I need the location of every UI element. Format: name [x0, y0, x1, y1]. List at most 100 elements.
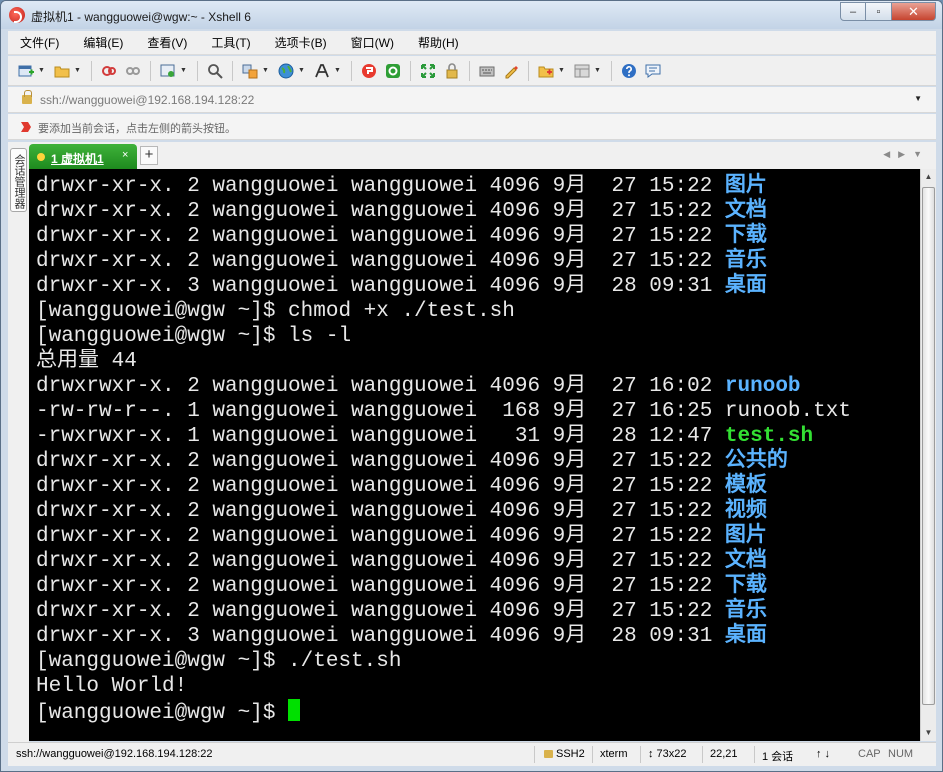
compose-icon[interactable]	[537, 62, 555, 80]
lock-icon[interactable]	[443, 62, 461, 80]
status-divider	[640, 746, 641, 763]
terminal-scrollbar[interactable]: ▲ ▼	[920, 169, 936, 741]
menu-view[interactable]: 查看(V)	[135, 34, 199, 51]
terminal-line: drwxr-xr-x. 2 wangguowei wangguowei 4096…	[36, 599, 920, 624]
terminal-text: [wangguowei@wgw ~]$ ./test.sh	[36, 650, 402, 673]
search-icon[interactable]	[206, 62, 224, 80]
terminal-text: drwxr-xr-x. 3 wangguowei wangguowei 4096…	[36, 275, 725, 298]
executable-name: test.sh	[724, 425, 814, 448]
menu-tab[interactable]: 选项卡(B)	[263, 34, 339, 51]
tab-navigation-icon[interactable]: ◀▶▼	[883, 149, 930, 160]
transfer-icon[interactable]	[241, 62, 259, 80]
reconnect-icon[interactable]	[124, 62, 142, 80]
terminal-line: [wangguowei@wgw ~]$	[36, 699, 920, 725]
status-sessions: 1 会话	[762, 751, 794, 763]
close-icon[interactable]: ×	[122, 149, 128, 161]
terminal-text: drwxr-xr-x. 2 wangguowei wangguowei 4096…	[36, 500, 725, 523]
directory-name: 模板	[724, 475, 767, 498]
status-bar: ssh://wangguowei@192.168.194.128:22 SSH2…	[8, 742, 936, 766]
directory-name: runoob	[724, 375, 801, 398]
layout-icon[interactable]	[573, 62, 591, 80]
fullscreen-icon[interactable]	[419, 62, 437, 80]
terminal-text: [wangguowei@wgw ~]$	[36, 702, 289, 725]
chevron-down-icon[interactable]: ▼	[262, 62, 270, 80]
toolbar-divider	[611, 60, 612, 81]
toolbar-divider	[91, 60, 92, 81]
chevron-down-icon[interactable]: ▼	[38, 62, 46, 80]
properties-icon[interactable]	[159, 62, 177, 80]
open-folder-icon[interactable]	[53, 62, 71, 80]
menu-window[interactable]: 窗口(W)	[339, 34, 406, 51]
terminal-text: drwxr-xr-x. 2 wangguowei wangguowei 4096…	[36, 575, 725, 598]
maximize-button[interactable]: ▫	[866, 2, 892, 21]
close-button[interactable]: ✕	[892, 2, 936, 21]
chevron-down-icon[interactable]: ▼	[298, 62, 306, 80]
highlight-icon[interactable]	[502, 62, 520, 80]
terminal-text: drwxrwxr-x. 2 wangguowei wangguowei 4096…	[36, 375, 725, 398]
terminal-line: -rwxrwxr-x. 1 wangguowei wangguowei 31 9…	[36, 424, 920, 449]
directory-name: 图片	[724, 175, 767, 198]
xshell-window: 虚拟机1 - wangguowei@wgw:~ - Xshell 6 ‒ ▫ ✕…	[0, 0, 943, 772]
address-bar: ▼	[8, 87, 936, 113]
scroll-thumb[interactable]	[922, 187, 935, 705]
terminal-text: [wangguowei@wgw ~]$ chmod +x ./test.sh	[36, 300, 515, 323]
directory-name: 文档	[724, 200, 767, 223]
session-manager-tab[interactable]: 会话管理器	[10, 148, 27, 212]
menu-help[interactable]: 帮助(H)	[406, 34, 471, 51]
menu-file[interactable]: 文件(F)	[8, 34, 71, 51]
minimize-button[interactable]: ‒	[840, 2, 866, 21]
terminal-text: drwxr-xr-x. 2 wangguowei wangguowei 4096…	[36, 600, 725, 623]
terminal-text: drwxr-xr-x. 2 wangguowei wangguowei 4096…	[36, 200, 725, 223]
menu-tools[interactable]: 工具(T)	[199, 34, 262, 51]
scroll-down-icon[interactable]: ▼	[921, 725, 936, 741]
status-cursor-pos: 22,21	[710, 748, 738, 760]
status-num: NUM	[888, 748, 914, 760]
tab-session-1[interactable]: 1 虚拟机1 ×	[29, 144, 137, 169]
terminal-line: -rw-rw-r--. 1 wangguowei wangguowei 168 …	[36, 399, 920, 424]
window-title: 虚拟机1 - wangguowei@wgw:~ - Xshell 6	[31, 10, 251, 24]
toolbar-divider	[232, 60, 233, 81]
chevron-down-icon[interactable]: ▼	[74, 62, 82, 80]
menu-edit[interactable]: 编辑(E)	[71, 34, 135, 51]
terminal-line: drwxr-xr-x. 2 wangguowei wangguowei 4096…	[36, 499, 920, 524]
terminal-line: drwxr-xr-x. 2 wangguowei wangguowei 4096…	[36, 174, 920, 199]
status-arrows-icon[interactable]: ↑ ↓	[816, 748, 830, 760]
chevron-down-icon[interactable]: ▼	[334, 62, 342, 80]
xftp-icon[interactable]	[360, 62, 378, 80]
new-session-icon[interactable]	[17, 62, 35, 80]
keyboard-icon[interactable]	[478, 62, 496, 80]
directory-name: 下载	[724, 225, 767, 248]
font-icon[interactable]	[313, 62, 331, 80]
xshell-logo-icon	[9, 7, 25, 23]
chevron-down-icon[interactable]: ▼	[180, 62, 188, 80]
lock-icon	[544, 750, 553, 758]
terminal-line: [wangguowei@wgw ~]$ chmod +x ./test.sh	[36, 299, 920, 324]
bookmark-arrow-icon[interactable]	[20, 121, 32, 133]
status-size: ↕ 73x22	[648, 748, 687, 760]
chevron-down-icon[interactable]: ▼	[558, 62, 566, 80]
disconnect-icon[interactable]	[100, 62, 118, 80]
title-bar[interactable]: 虚拟机1 - wangguowei@wgw:~ - Xshell 6 ‒ ▫ ✕	[1, 1, 942, 29]
add-tab-button[interactable]: +	[140, 146, 158, 165]
chevron-down-icon[interactable]: ▼	[914, 94, 922, 103]
directory-name: 视频	[724, 500, 767, 523]
help-icon[interactable]	[620, 62, 638, 80]
terminal-screen[interactable]: drwxr-xr-x. 2 wangguowei wangguowei 4096…	[29, 169, 920, 741]
terminal-text: drwxr-xr-x. 2 wangguowei wangguowei 4096…	[36, 175, 725, 198]
toolbar-divider	[410, 60, 411, 81]
status-divider	[754, 746, 755, 763]
globe-icon[interactable]	[277, 62, 295, 80]
scroll-up-icon[interactable]: ▲	[921, 169, 936, 185]
toolbar-divider	[150, 60, 151, 81]
xmanager-icon[interactable]	[384, 62, 402, 80]
status-divider	[592, 746, 593, 763]
protocol-label: SSH2	[556, 748, 585, 760]
address-input[interactable]	[40, 92, 900, 108]
menu-bar: 文件(F) 编辑(E) 查看(V) 工具(T) 选项卡(B) 窗口(W) 帮助(…	[8, 31, 936, 55]
directory-name: 桌面	[724, 625, 767, 648]
terminal-line: drwxr-xr-x. 2 wangguowei wangguowei 4096…	[36, 249, 920, 274]
toolbar-divider	[197, 60, 198, 81]
chevron-down-icon[interactable]: ▼	[594, 62, 602, 80]
chat-icon[interactable]	[644, 62, 662, 80]
terminal-text: drwxr-xr-x. 3 wangguowei wangguowei 4096…	[36, 625, 725, 648]
